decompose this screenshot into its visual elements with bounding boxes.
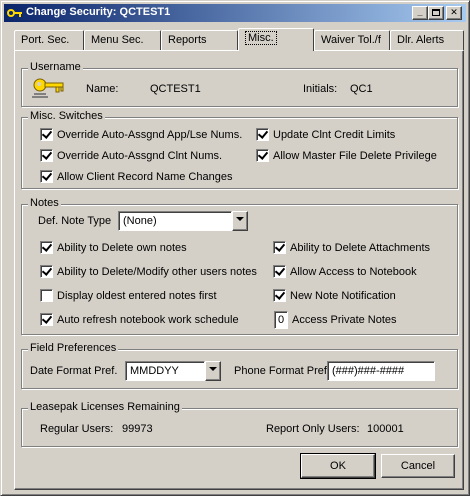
allow-client-name-changes-checkbox[interactable] <box>40 170 53 183</box>
date-format-value: MMDDYY <box>130 365 179 377</box>
tab-label: Reports <box>168 34 207 46</box>
regular-users-value: 99973 <box>122 423 153 435</box>
tab-label: Waiver Tol./f <box>321 34 381 46</box>
phone-format-value: (###)###-#### <box>332 365 405 377</box>
date-format-label: Date Format Pref. <box>30 365 118 377</box>
access-private-notes-input[interactable]: 0 <box>274 311 288 329</box>
group-title: Field Preferences <box>28 342 119 354</box>
change-security-window: Change Security: QCTEST1 _ ✕ Port. Sec. … <box>0 0 470 496</box>
phone-format-input[interactable]: (###)###-#### <box>327 361 435 381</box>
regular-users-label: Regular Users: <box>40 423 114 435</box>
override-app-lse-nums-checkbox[interactable] <box>40 128 53 141</box>
name-label: Name: <box>86 83 119 95</box>
group-title: Username <box>28 61 83 73</box>
update-clnt-credit-limits-checkbox[interactable] <box>256 128 269 141</box>
display-oldest-notes-label[interactable]: Display oldest entered notes first <box>57 290 217 302</box>
delete-own-notes-label[interactable]: Ability to Delete own notes <box>57 242 187 254</box>
allow-client-name-changes-label[interactable]: Allow Client Record Name Changes <box>57 171 232 183</box>
report-only-users-value: 100001 <box>367 423 404 435</box>
date-format-select[interactable]: MMDDYY <box>125 361 205 381</box>
def-note-type-label: Def. Note Type <box>38 215 112 227</box>
ok-label: OK <box>330 460 346 472</box>
window-title: Change Security: QCTEST1 <box>26 6 171 18</box>
group-title: Leasepak Licenses Remaining <box>28 401 182 413</box>
allow-access-notebook-label[interactable]: Allow Access to Notebook <box>290 266 417 278</box>
allow-master-file-delete-checkbox[interactable] <box>256 149 269 162</box>
phone-format-label: Phone Format Pref. <box>234 365 330 377</box>
delete-modify-other-notes-label[interactable]: Ability to Delete/Modify other users not… <box>57 266 257 278</box>
date-format-dropdown-button[interactable] <box>205 361 221 381</box>
tab-strip: Port. Sec. Menu Sec. Reports Misc. Waive… <box>14 28 464 51</box>
tab-label: Menu Sec. <box>91 34 144 46</box>
new-note-notification-checkbox[interactable] <box>273 289 286 302</box>
ok-button[interactable]: OK <box>300 453 376 479</box>
delete-modify-other-notes-checkbox[interactable] <box>40 265 53 278</box>
maximize-icon <box>432 9 440 16</box>
key-icon <box>7 9 22 17</box>
delete-own-notes-checkbox[interactable] <box>40 241 53 254</box>
cancel-button[interactable]: Cancel <box>381 454 455 478</box>
group-title: Notes <box>28 197 61 209</box>
initials-value: QC1 <box>350 83 373 95</box>
licenses-group: Leasepak Licenses Remaining Regular User… <box>21 401 458 447</box>
group-title: Misc. Switches <box>28 110 105 122</box>
title-bar[interactable]: Change Security: QCTEST1 _ ✕ <box>4 4 466 22</box>
allow-master-file-delete-label[interactable]: Allow Master File Delete Privilege <box>273 150 437 162</box>
initials-label: Initials: <box>303 83 338 95</box>
tab-dlr-alerts[interactable]: Dlr. Alerts <box>390 30 464 50</box>
tab-reports[interactable]: Reports <box>161 30 238 50</box>
close-button[interactable]: ✕ <box>446 6 462 20</box>
override-clnt-nums-checkbox[interactable] <box>40 149 53 162</box>
tab-menu-sec[interactable]: Menu Sec. <box>84 30 161 50</box>
access-private-notes-label: Access Private Notes <box>292 314 397 326</box>
notes-group: Notes Def. Note Type (None) Ability to D… <box>21 197 458 335</box>
auto-refresh-schedule-checkbox[interactable] <box>40 313 53 326</box>
access-private-notes-value: 0 <box>277 314 285 326</box>
auto-refresh-schedule-label[interactable]: Auto refresh notebook work schedule <box>57 314 239 326</box>
minimize-icon: _ <box>417 7 423 17</box>
def-note-type-value: (None) <box>123 215 157 227</box>
tab-label: Port. Sec. <box>21 34 70 46</box>
username-group: Username Name: QCTEST1 Initials: QC1 <box>21 61 458 107</box>
misc-switches-group: Misc. Switches Override Auto-Assgnd App/… <box>21 110 458 189</box>
maximize-button[interactable] <box>428 6 444 20</box>
field-preferences-group: Field Preferences Date Format Pref. MMDD… <box>21 342 458 389</box>
def-note-type-dropdown-button[interactable] <box>232 211 248 231</box>
misc-tab-panel: Username Name: QCTEST1 Initials: QC1 Mis… <box>14 50 464 490</box>
tab-label: Misc. <box>245 31 277 45</box>
allow-access-notebook-checkbox[interactable] <box>273 265 286 278</box>
update-clnt-credit-limits-label[interactable]: Update Clnt Credit Limits <box>273 129 395 141</box>
override-app-lse-nums-label[interactable]: Override Auto-Assgnd App/Lse Nums. <box>57 129 242 141</box>
new-note-notification-label[interactable]: New Note Notification <box>290 290 396 302</box>
tab-label: Dlr. Alerts <box>397 34 445 46</box>
override-clnt-nums-label[interactable]: Override Auto-Assgnd Clnt Nums. <box>57 150 222 162</box>
cancel-label: Cancel <box>400 460 436 472</box>
delete-attachments-checkbox[interactable] <box>273 241 286 254</box>
close-icon: ✕ <box>450 7 458 17</box>
report-only-users-label: Report Only Users: <box>266 423 360 435</box>
tab-misc[interactable]: Misc. <box>238 28 314 51</box>
user-key-icon <box>32 78 64 98</box>
minimize-button[interactable]: _ <box>412 6 428 20</box>
delete-attachments-label[interactable]: Ability to Delete Attachments <box>290 242 430 254</box>
def-note-type-select[interactable]: (None) <box>118 211 232 231</box>
tab-waiver-tol[interactable]: Waiver Tol./f <box>314 30 390 50</box>
name-value: QCTEST1 <box>150 83 201 95</box>
display-oldest-notes-checkbox[interactable] <box>40 289 53 302</box>
tab-port-sec[interactable]: Port. Sec. <box>14 30 84 50</box>
